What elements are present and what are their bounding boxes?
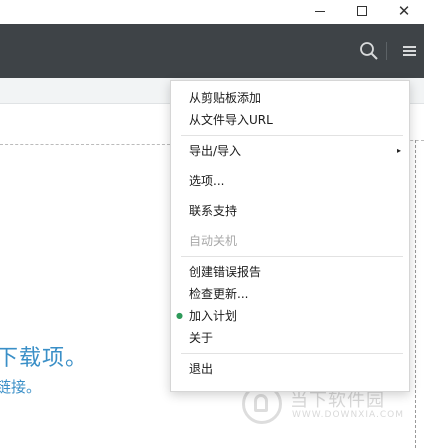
menu-item-options[interactable]: 选项... (171, 170, 409, 192)
menu-item-auto-shutdown: 自动关机 (189, 234, 238, 248)
menu-item-contact-support[interactable]: 联系支持 (171, 200, 409, 222)
menu-item-create-bug-report[interactable]: 创建错误报告 (171, 261, 409, 283)
menu-item-add-from-clipboard[interactable]: 从剪贴板添加 (171, 87, 409, 109)
menu-item-export-import[interactable]: 导出/导入 ▸ (171, 140, 409, 162)
main-dropdown-menu: 从剪贴板添加 从文件导入URL 导出/导入 ▸ 选项... 联系支持 自动关机 … (170, 80, 410, 392)
menu-item-about[interactable]: 关于 (171, 327, 409, 349)
search-button[interactable] (356, 38, 382, 64)
dashed-divider (0, 144, 170, 145)
content-subtitle: 链接。 (0, 378, 42, 396)
close-button[interactable]: ✕ (384, 0, 424, 22)
menu-item-exit[interactable]: 退出 (171, 358, 409, 380)
hamburger-menu-icon (402, 44, 416, 58)
menu-item-join-program[interactable]: ● 加入计划 (171, 305, 409, 327)
content-title: 下载项。 (0, 346, 89, 371)
menu-item-check-updates[interactable]: 检查更新... (171, 283, 409, 305)
selected-dot-icon: ● (176, 311, 183, 320)
title-bar: ✕ (0, 0, 424, 24)
search-icon (360, 42, 378, 60)
maximize-icon (357, 6, 367, 16)
menu-item-label: 加入计划 (189, 309, 238, 323)
main-menu-button[interactable] (396, 38, 422, 64)
menu-separator (181, 135, 403, 136)
submenu-arrow-icon: ▸ (396, 146, 401, 155)
maximize-button[interactable] (342, 0, 382, 22)
menu-item-label: 导出/导入 (189, 144, 242, 158)
minimize-button[interactable] (300, 0, 340, 22)
menu-separator (181, 353, 403, 354)
menu-item-import-urls-from-file[interactable]: 从文件导入URL (171, 109, 409, 131)
toolbar-separator (386, 42, 387, 60)
minimize-icon (315, 10, 325, 12)
menu-separator (181, 256, 403, 257)
toolbar (0, 24, 424, 78)
watermark-logo-mark (254, 394, 268, 412)
close-icon: ✕ (397, 2, 411, 20)
watermark-url: WWW.DOWNXIA.COM (292, 410, 404, 420)
